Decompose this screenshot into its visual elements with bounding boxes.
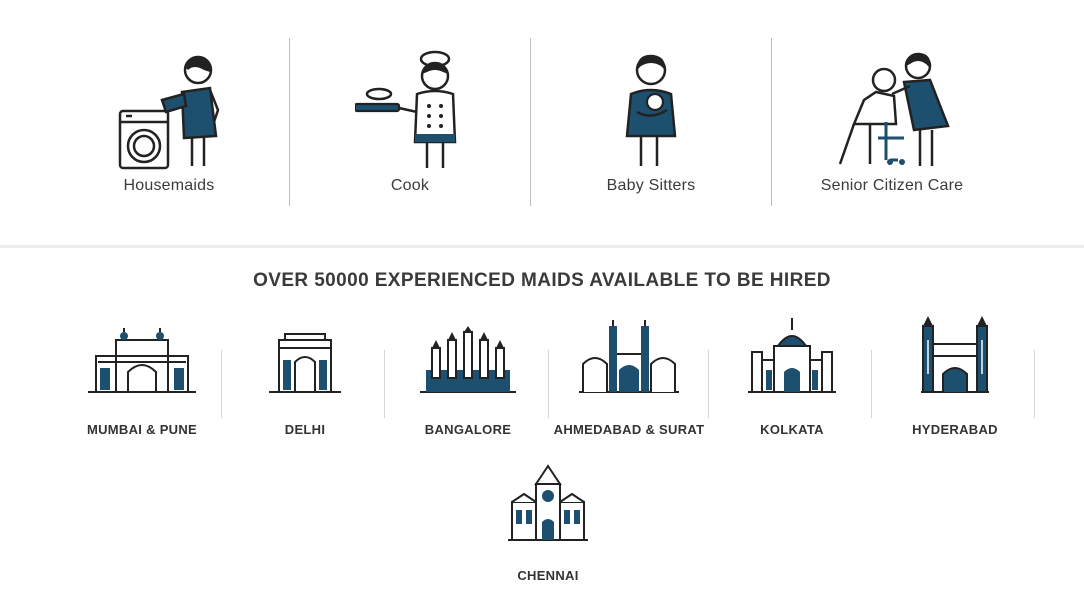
city-label: CHENNAI [517, 568, 579, 583]
service-label: Senior Citizen Care [820, 177, 964, 194]
divider [221, 350, 222, 418]
section-divider [0, 245, 1084, 248]
cook-icon [355, 50, 457, 168]
city-kolkata[interactable]: KOLKATA [712, 316, 872, 437]
services-section: Housemaids Cook Baby Sitters Senior Citi… [0, 0, 1084, 246]
city-bangalore[interactable]: BANGALORE [388, 326, 548, 437]
cities-heading: OVER 50000 EXPERIENCED MAIDS AVAILABLE T… [253, 270, 831, 291]
city-label: HYDERABAD [912, 422, 998, 437]
charminar-icon [921, 316, 989, 393]
baby-sitter-icon [625, 54, 677, 166]
service-baby-sitters[interactable]: Baby Sitters [531, 38, 771, 208]
divider [1034, 350, 1035, 418]
service-label: Baby Sitters [606, 177, 696, 194]
divider [871, 350, 872, 418]
divider [384, 350, 385, 418]
service-cook[interactable]: Cook [290, 38, 530, 208]
service-label: Cook [390, 177, 430, 194]
city-hyderabad[interactable]: HYDERABAD [875, 314, 1035, 437]
city-chennai[interactable]: CHENNAI [468, 464, 628, 583]
city-delhi[interactable]: DELHI [225, 326, 385, 437]
mosque-icon [579, 320, 679, 393]
senior-care-icon [838, 52, 950, 166]
gateway-of-india-icon [88, 328, 196, 393]
city-mumbai-pune[interactable]: MUMBAI & PUNE [62, 326, 222, 437]
central-station-icon [508, 464, 588, 541]
india-gate-icon [269, 333, 341, 393]
service-senior-citizen-care[interactable]: Senior Citizen Care [772, 38, 1012, 208]
city-ahmedabad-surat[interactable]: AHMEDABAD & SURAT [549, 320, 709, 437]
housemaid-icon [118, 55, 220, 170]
service-label: Housemaids [123, 177, 215, 194]
service-housemaids[interactable]: Housemaids [49, 38, 289, 208]
victoria-memorial-icon [748, 318, 836, 393]
vidhana-soudha-icon [420, 326, 516, 393]
divider [708, 350, 709, 418]
